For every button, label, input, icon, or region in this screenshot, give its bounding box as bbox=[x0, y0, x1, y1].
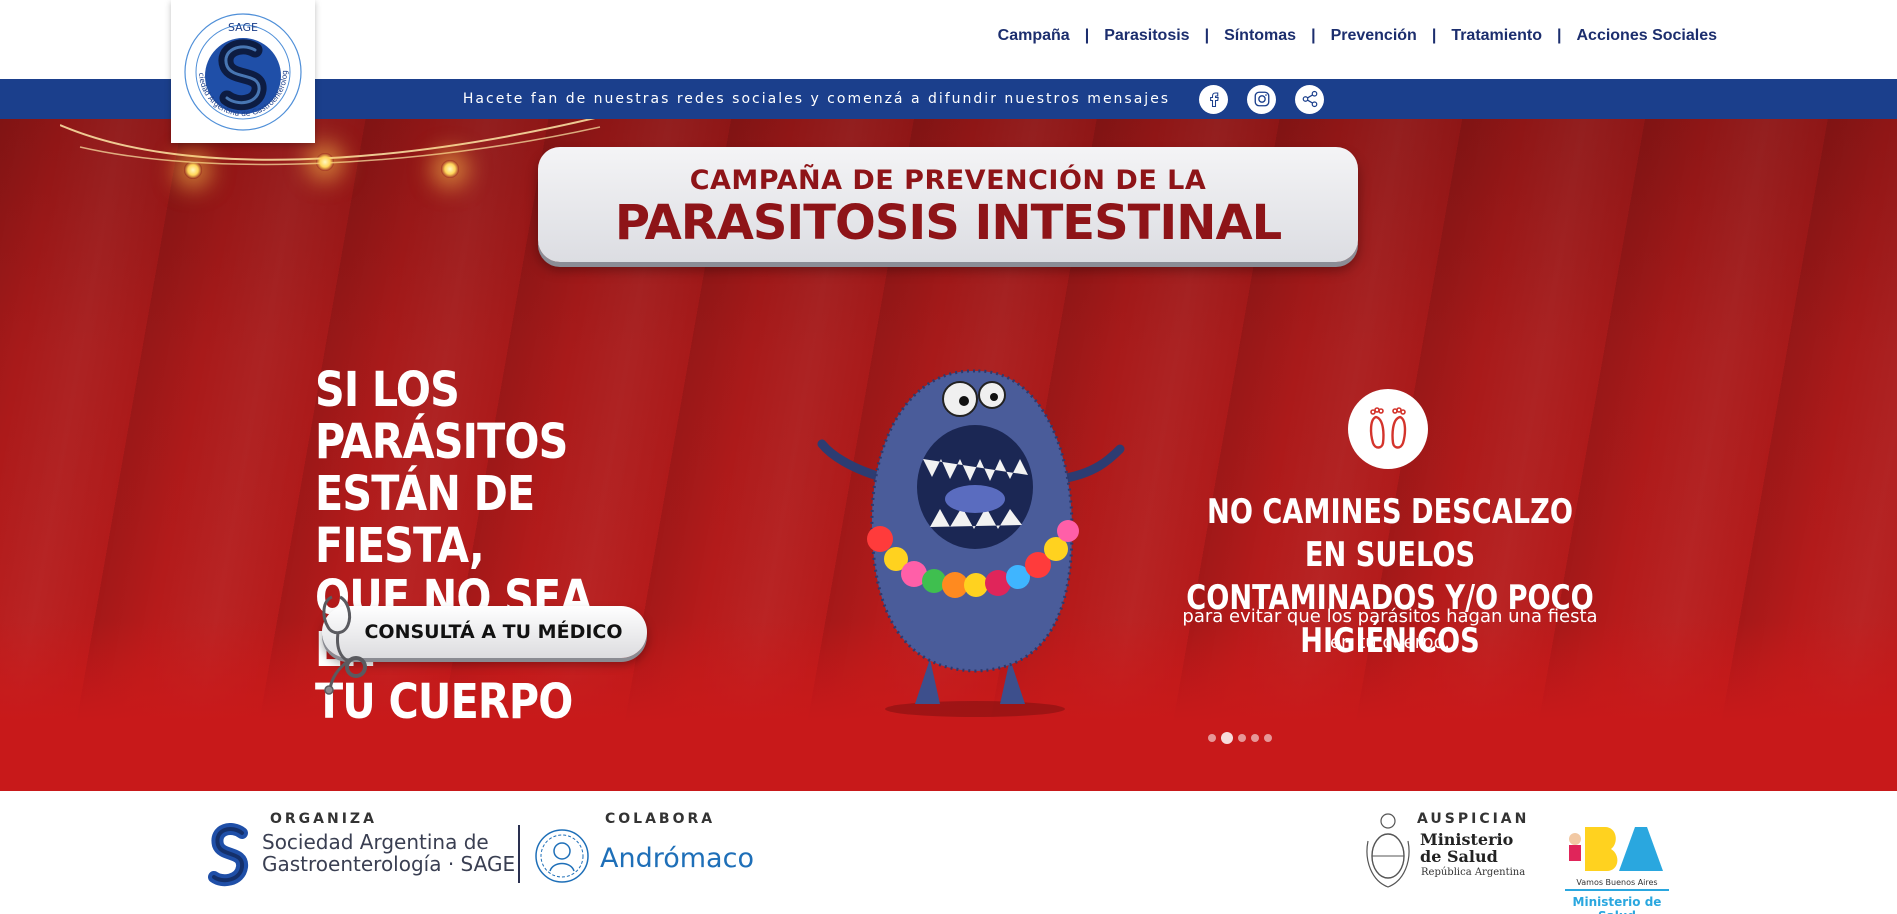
slider-dot[interactable] bbox=[1264, 734, 1272, 742]
andromaco-name: Andrómaco bbox=[600, 843, 754, 874]
tip-title-line: NO CAMINES DESCALZO EN SUELOS bbox=[1207, 492, 1573, 575]
ministerio-subtitle: República Argentina bbox=[1421, 867, 1526, 878]
sage-footer-name: Sociedad Argentina de Gastroenterología … bbox=[262, 831, 515, 875]
ba-subtitle: Vamos Buenos Aires bbox=[1576, 878, 1658, 887]
nav-separator: | bbox=[1431, 27, 1437, 44]
ministerio-name-line: de Salud bbox=[1420, 847, 1498, 866]
consult-doctor-label: CONSULTÁ A TU MÉDICO bbox=[364, 621, 623, 643]
ministerio-name-line: Ministerio bbox=[1420, 830, 1514, 849]
hero-slider: CAMPAÑA DE PREVENCIÓN DE LA PARASITOSIS … bbox=[0, 119, 1897, 791]
slider-dot[interactable] bbox=[1238, 734, 1246, 742]
sage-footer-logo-mark bbox=[208, 823, 248, 887]
campaign-title-banner: CAMPAÑA DE PREVENCIÓN DE LA PARASITOSIS … bbox=[538, 147, 1358, 262]
sage-logo-emblem: SAGE Sociedad Argentina de Gastroenterol… bbox=[181, 10, 302, 131]
nav-separator: | bbox=[1557, 27, 1562, 44]
divider bbox=[518, 825, 520, 883]
nav-tratamiento[interactable]: Tratamiento bbox=[1451, 27, 1542, 45]
facebook-button[interactable] bbox=[1199, 84, 1229, 114]
auspician-label: AUSPICIAN bbox=[1417, 811, 1530, 827]
nav-separator: | bbox=[1204, 27, 1210, 44]
facebook-icon bbox=[1209, 92, 1219, 108]
campaign-title-small: CAMPAÑA DE PREVENCIÓN DE LA bbox=[689, 165, 1207, 196]
nav-campana[interactable]: Campaña bbox=[998, 27, 1070, 45]
slider-dot[interactable] bbox=[1208, 734, 1216, 742]
nav-parasitosis[interactable]: Parasitosis bbox=[1104, 27, 1189, 45]
andromaco-seal-logo bbox=[535, 829, 589, 883]
tip-icon bbox=[1348, 389, 1428, 469]
sage-logo[interactable]: SAGE Sociedad Argentina de Gastroenterol… bbox=[171, 0, 315, 143]
share-button[interactable] bbox=[1295, 84, 1325, 114]
string-lights-decoration bbox=[60, 119, 620, 197]
slider-pagination bbox=[1208, 732, 1272, 744]
main-nav: Campaña | Parasitosis | Síntomas | Preve… bbox=[998, 27, 1717, 45]
buenos-aires-logo bbox=[1565, 827, 1669, 891]
headline-line: SI LOS PARÁSITOS bbox=[315, 362, 568, 470]
social-strip-text: Hacete fan de nuestras redes sociales y … bbox=[462, 91, 1171, 107]
campaign-title-big: PARASITOSIS INTESTINAL bbox=[614, 195, 1282, 251]
ba-ministerio: Ministerio de Salud bbox=[1572, 895, 1662, 914]
nav-separator: | bbox=[1084, 27, 1090, 44]
organiza-label: ORGANIZA bbox=[270, 811, 377, 827]
instagram-button[interactable] bbox=[1247, 84, 1277, 114]
sage-name-line: Sociedad Argentina de bbox=[262, 830, 489, 854]
tip-text: para evitar que los parásitos hagan una … bbox=[1182, 606, 1598, 653]
slider-dot[interactable] bbox=[1251, 734, 1259, 742]
sponsors-footer: ORGANIZA Sociedad Argentina de Gastroent… bbox=[0, 791, 1897, 914]
slider-dot-active[interactable] bbox=[1221, 732, 1233, 744]
nav-prevencion[interactable]: Prevención bbox=[1331, 27, 1417, 45]
parasite-mascot-illustration bbox=[817, 369, 1125, 717]
nav-acciones-sociales[interactable]: Acciones Sociales bbox=[1576, 27, 1717, 45]
share-icon bbox=[1302, 90, 1317, 108]
instagram-icon bbox=[1254, 91, 1270, 107]
argentina-coat-of-arms bbox=[1366, 813, 1410, 888]
stethoscope-icon bbox=[322, 595, 367, 695]
footprints-icon bbox=[1369, 407, 1407, 449]
ministerio-name: Ministerio de Salud bbox=[1420, 831, 1513, 865]
sage-name-line: Gastroenterología · SAGE bbox=[262, 852, 516, 876]
page: Campaña | Parasitosis | Síntomas | Preve… bbox=[0, 0, 1897, 914]
headline-line: ESTÁN DE FIESTA, bbox=[315, 466, 535, 574]
nav-sintomas[interactable]: Síntomas bbox=[1224, 27, 1296, 45]
colabora-label: COLABORA bbox=[605, 811, 716, 827]
nav-separator: | bbox=[1311, 27, 1316, 44]
sage-logo-acronym: SAGE bbox=[228, 21, 258, 34]
